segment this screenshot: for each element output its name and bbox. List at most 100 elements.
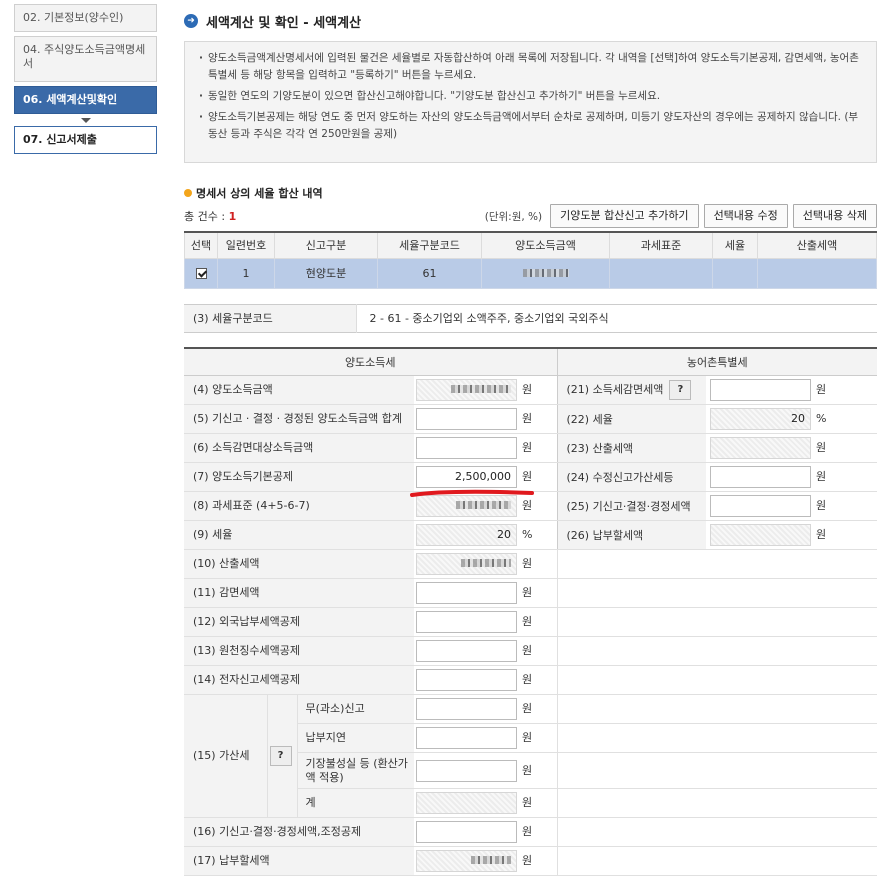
add-prior-transfer-button[interactable]: 기양도분 합산신고 추가하기 bbox=[550, 204, 699, 228]
arrow-right-circle-icon: ➜ bbox=[184, 14, 198, 28]
label-14: (14) 전자신고세액공제 bbox=[184, 665, 414, 695]
label-16: (16) 기신고·결정·경정세액,조정공제 bbox=[184, 817, 414, 847]
redacted-value bbox=[471, 856, 511, 864]
row-serial: 1 bbox=[217, 257, 275, 289]
unit-percent: % bbox=[816, 412, 827, 425]
unit-won: 원 bbox=[522, 825, 533, 838]
field-10-computed-tax bbox=[416, 553, 517, 575]
label-11: (11) 감면세액 bbox=[184, 578, 414, 608]
page-title: 세액계산 및 확인 - 세액계산 bbox=[206, 15, 362, 31]
unit-won: 원 bbox=[522, 383, 533, 396]
help-15-button[interactable]: ? bbox=[269, 746, 292, 766]
tax-calc-table: 양도소득세 농어촌특별세 (4) 양도소득금액 원 (21) 소득세감면세액? … bbox=[184, 346, 877, 876]
unit-won: 원 bbox=[816, 528, 827, 541]
field-7-basic-deduction[interactable]: 2,500,000 bbox=[416, 466, 517, 488]
unit-label: (단위:원, %) bbox=[484, 210, 543, 223]
label-21: (21) 소득세감면세액 bbox=[566, 383, 664, 396]
summary-heading: 명세서 상의 세율 합산 내역 bbox=[184, 185, 877, 201]
unit-won: 원 bbox=[522, 586, 533, 599]
unit-won: 원 bbox=[522, 702, 533, 715]
field-25-prior-tax[interactable] bbox=[710, 495, 811, 517]
step-down-arrow-icon bbox=[80, 118, 91, 123]
blank-cell bbox=[556, 752, 877, 789]
blank-cell bbox=[556, 636, 877, 666]
row-computed bbox=[757, 257, 877, 289]
col-type: 신고구분 bbox=[274, 231, 378, 259]
unit-won: 원 bbox=[522, 854, 533, 867]
blank-cell bbox=[556, 607, 877, 637]
label-15: (15) 가산세 bbox=[184, 694, 267, 818]
label-15-late-payment: 납부지연 bbox=[296, 723, 414, 753]
unit-won: 원 bbox=[522, 499, 533, 512]
label-8: (8) 과세표준 (4+5-6-7) bbox=[184, 491, 414, 521]
calc-row: (13) 원천징수세액공제 원 bbox=[184, 636, 877, 666]
row-amount bbox=[481, 257, 610, 289]
delete-selected-button[interactable]: 선택내용 삭제 bbox=[792, 204, 877, 228]
col-select: 선택 bbox=[184, 231, 218, 259]
label-24: (24) 수정신고가산세등 bbox=[556, 462, 706, 492]
unit-won: 원 bbox=[522, 615, 533, 628]
field-6-reduction-target[interactable] bbox=[416, 437, 517, 459]
step-02-basic-info[interactable]: 02. 기본정보(양수인) bbox=[14, 4, 157, 32]
row-checkbox[interactable] bbox=[184, 257, 218, 289]
field-21-income-tax-reduction[interactable] bbox=[710, 379, 811, 401]
calc-row: (15) 가산세 ? 무(과소)신고 원 bbox=[184, 694, 877, 818]
field-15-late-payment[interactable] bbox=[416, 727, 517, 749]
calc-row: (17) 납부할세액 원 bbox=[184, 846, 877, 876]
field-12-foreign-tax-credit[interactable] bbox=[416, 611, 517, 633]
capital-gains-tax-header: 양도소득세 bbox=[184, 347, 557, 376]
col-tax-base: 과세표준 bbox=[609, 231, 713, 259]
calc-row: (11) 감면세액 원 bbox=[184, 578, 877, 608]
step-06-tax-calc[interactable]: 06. 세액계산및확인 bbox=[14, 86, 157, 114]
field-14-e-filing-credit[interactable] bbox=[416, 669, 517, 691]
col-amount: 양도소득금액 bbox=[481, 231, 610, 259]
summary-table: 선택 일련번호 신고구분 세율구분코드 양도소득금액 과세표준 세율 산출세액 … bbox=[184, 231, 877, 289]
unit-won: 원 bbox=[816, 470, 827, 483]
step-07-submit[interactable]: 07. 신고서제출 bbox=[14, 126, 157, 154]
label-25: (25) 기신고·결정·경정세액 bbox=[556, 491, 706, 521]
blank-cell bbox=[556, 817, 877, 847]
field-15-bookkeeping[interactable] bbox=[416, 759, 517, 782]
field-13-withholding-credit[interactable] bbox=[416, 640, 517, 662]
help-21-button[interactable]: ? bbox=[669, 380, 692, 400]
row-type: 현양도분 bbox=[274, 257, 378, 289]
rate-code-table: (3) 세율구분코드 2 - 61 - 중소기업외 소액주주, 중소기업외 국외… bbox=[184, 303, 877, 333]
field-9-rate: 20 bbox=[416, 524, 517, 546]
page-title-row: ➜ 세액계산 및 확인 - 세액계산 bbox=[184, 10, 877, 32]
rate-code-value: 2 - 61 - 중소기업외 소액주주, 중소기업외 국외주식 bbox=[369, 312, 609, 325]
field-15-no-report[interactable] bbox=[416, 698, 517, 720]
redacted-value bbox=[451, 385, 511, 393]
redacted-amount bbox=[522, 268, 569, 277]
label-15-no-report: 무(과소)신고 bbox=[296, 694, 414, 724]
blank-cell bbox=[556, 846, 877, 876]
unit-won: 원 bbox=[816, 499, 827, 512]
edit-selected-button[interactable]: 선택내용 수정 bbox=[703, 204, 788, 228]
blank-cell bbox=[556, 723, 877, 753]
unit-won: 원 bbox=[816, 383, 827, 396]
label-15-bookkeeping: 기장불성실 등 (환산가액 적용) bbox=[296, 752, 414, 789]
redacted-value bbox=[461, 559, 511, 567]
label-10: (10) 산출세액 bbox=[184, 549, 414, 579]
rate-code-label: (3) 세율구분코드 bbox=[184, 304, 357, 332]
blank-cell bbox=[556, 788, 877, 818]
field-5-prior-amount[interactable] bbox=[416, 408, 517, 430]
label-21-wrap: (21) 소득세감면세액? bbox=[556, 375, 706, 405]
table-row[interactable]: 1 현양도분 61 bbox=[184, 257, 877, 289]
field-16-adjustment[interactable] bbox=[416, 821, 517, 843]
field-11-reduction[interactable] bbox=[416, 582, 517, 604]
summary-actions: (단위:원, %) 기양도분 합산신고 추가하기 선택내용 수정 선택내용 삭제 bbox=[485, 204, 877, 228]
field-26-payable-tax bbox=[710, 524, 811, 546]
label-22: (22) 세율 bbox=[556, 404, 706, 434]
bullet-dot-icon bbox=[184, 189, 192, 197]
step-04-stock-statement[interactable]: 04. 주식양도소득금액명세서 bbox=[14, 36, 157, 82]
label-15-total: 계 bbox=[296, 788, 414, 818]
unit-won: 원 bbox=[522, 441, 533, 454]
unit-won: 원 bbox=[522, 644, 533, 657]
checkbox-checked-icon[interactable] bbox=[195, 268, 207, 279]
calc-row: (5) 기신고 · 결정 · 경정된 양도소득금액 합계 원 (22) 세율 2… bbox=[184, 404, 877, 434]
field-24-amended-penalty[interactable] bbox=[710, 466, 811, 488]
label-6: (6) 소득감면대상소득금액 bbox=[184, 433, 414, 463]
label-23: (23) 산출세액 bbox=[556, 433, 706, 463]
notice-box: 양도소득금액계산명세서에 입력된 물건은 세율별로 자동합산하여 아래 목록에 … bbox=[184, 41, 877, 163]
row-tax-base bbox=[609, 257, 713, 289]
